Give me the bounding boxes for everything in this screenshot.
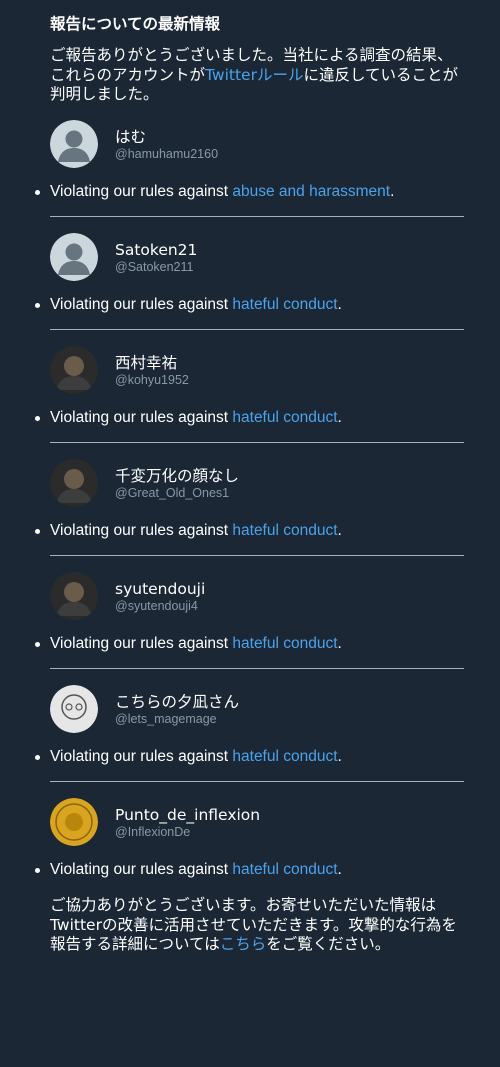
avatar[interactable] [50,346,98,395]
divider [50,329,464,331]
account-names: こちらの夕凪さん @lets_magemage [115,692,239,727]
rule-link[interactable]: abuse and harassment [232,183,390,200]
account-names: syutendouji @syutendouji4 [115,579,205,614]
account-names: Satoken21 @Satoken211 [115,240,197,275]
divider [50,555,464,557]
account-names: はむ @hamuhamu2160 [115,127,218,162]
display-name[interactable]: 千変万化の顔なし [115,466,239,486]
display-name[interactable]: はむ [115,127,218,147]
reported-accounts-list: はむ @hamuhamu2160 Violating our rules again… [35,118,464,880]
rule-link[interactable]: hateful conduct [232,635,337,652]
rule-link[interactable]: hateful conduct [232,409,337,426]
footer-text: ご協力ありがとうございます。お寄せいただいた情報はTwitterの改善に活用させ… [50,896,464,954]
rule-link[interactable]: hateful conduct [232,861,337,878]
violation-list: Violating our rules against hateful cond… [35,295,464,315]
reported-account: Satoken21 @Satoken211 Violating our rules … [35,231,464,315]
divider [50,668,464,670]
display-name[interactable]: Satoken21 [115,240,197,260]
rule-link[interactable]: hateful conduct [232,522,337,539]
violation-prefix: Violating our rules against [50,183,233,201]
intro-text: ご報告ありがとうございました。当社による調査の結果、これらのアカウントがTwit… [50,46,464,104]
account-handle[interactable]: @kohyu1952 [115,373,189,388]
account-row[interactable]: はむ @hamuhamu2160 [50,118,464,170]
account-names: Punto_de_inflexion @InflexionDe [115,805,260,840]
avatar[interactable] [50,233,98,282]
learn-more-link[interactable]: こちら [220,935,267,953]
violation-list: Violating our rules against hateful cond… [35,860,464,880]
rule-link[interactable]: hateful conduct [232,748,337,765]
violation-item: Violating our rules against hateful cond… [35,747,464,767]
account-row[interactable]: Satoken21 @Satoken211 [50,231,464,283]
divider [50,781,464,783]
reported-account: 西村幸祐 @kohyu1952 Violating our rules agains… [35,344,464,428]
account-handle[interactable]: @Satoken211 [115,260,197,275]
violation-list: Violating our rules against hateful cond… [35,747,464,767]
violation-list: Violating our rules against hateful cond… [35,408,464,428]
report-update-panel: 報告についての最新情報 ご報告ありがとうございました。当社による調査の結果、これ… [0,0,500,954]
account-names: 千変万化の顔なし @Great_Old_Ones1 [115,466,239,501]
account-names: 西村幸祐 @kohyu1952 [115,353,189,388]
reported-account: Punto_de_inflexion @InflexionDe Violating … [35,796,464,880]
avatar[interactable] [50,685,98,734]
reported-account: syutendouji @syutendouji4 Violating our ru… [35,570,464,654]
avatar[interactable] [50,572,98,621]
display-name[interactable]: こちらの夕凪さん [115,692,239,712]
account-row[interactable]: Punto_de_inflexion @InflexionDe [50,796,464,848]
twitter-rules-link[interactable]: Twitterルール [205,66,303,84]
account-row[interactable]: 西村幸祐 @kohyu1952 [50,344,464,396]
reported-account: こちらの夕凪さん @lets_magemage Violating our rule… [35,683,464,767]
display-name[interactable]: syutendouji [115,579,205,599]
account-row[interactable]: syutendouji @syutendouji4 [50,570,464,622]
reported-account: 千変万化の顔なし @Great_Old_Ones1 Violating our ru… [35,457,464,541]
account-row[interactable]: こちらの夕凪さん @lets_magemage [50,683,464,735]
footer-text-after: をご覧ください。 [266,935,391,954]
avatar[interactable] [50,798,98,847]
divider [50,442,464,444]
violation-prefix: Violating our rules against [50,748,233,766]
display-name[interactable]: Punto_de_inflexion [115,805,260,825]
avatar[interactable] [50,120,98,169]
page-title: 報告についての最新情報 [50,15,221,33]
display-name[interactable]: 西村幸祐 [115,353,189,373]
account-handle[interactable]: @InflexionDe [115,825,260,840]
violation-item: Violating our rules against hateful cond… [35,634,464,654]
reported-account: はむ @hamuhamu2160 Violating our rules again… [35,118,464,202]
violation-prefix: Violating our rules against [50,635,233,653]
violation-prefix: Violating our rules against [50,296,233,314]
avatar[interactable] [50,459,98,508]
violation-item: Violating our rules against abuse and ha… [35,182,464,202]
violation-item: Violating our rules against hateful cond… [35,295,464,315]
violation-list: Violating our rules against abuse and ha… [35,182,464,202]
violation-list: Violating our rules against hateful cond… [35,521,464,541]
account-handle[interactable]: @lets_magemage [115,712,239,727]
violation-list: Violating our rules against hateful cond… [35,634,464,654]
account-handle[interactable]: @syutendouji4 [115,599,205,614]
violation-prefix: Violating our rules against [50,861,233,879]
divider [50,216,464,218]
violation-item: Violating our rules against hateful cond… [35,408,464,428]
violation-item: Violating our rules against hateful cond… [35,521,464,541]
account-handle[interactable]: @hamuhamu2160 [115,147,218,162]
violation-prefix: Violating our rules against [50,409,233,427]
violation-prefix: Violating our rules against [50,522,233,540]
rule-link[interactable]: hateful conduct [232,296,337,313]
account-handle[interactable]: @Great_Old_Ones1 [115,486,239,501]
violation-item: Violating our rules against hateful cond… [35,860,464,880]
account-row[interactable]: 千変万化の顔なし @Great_Old_Ones1 [50,457,464,509]
